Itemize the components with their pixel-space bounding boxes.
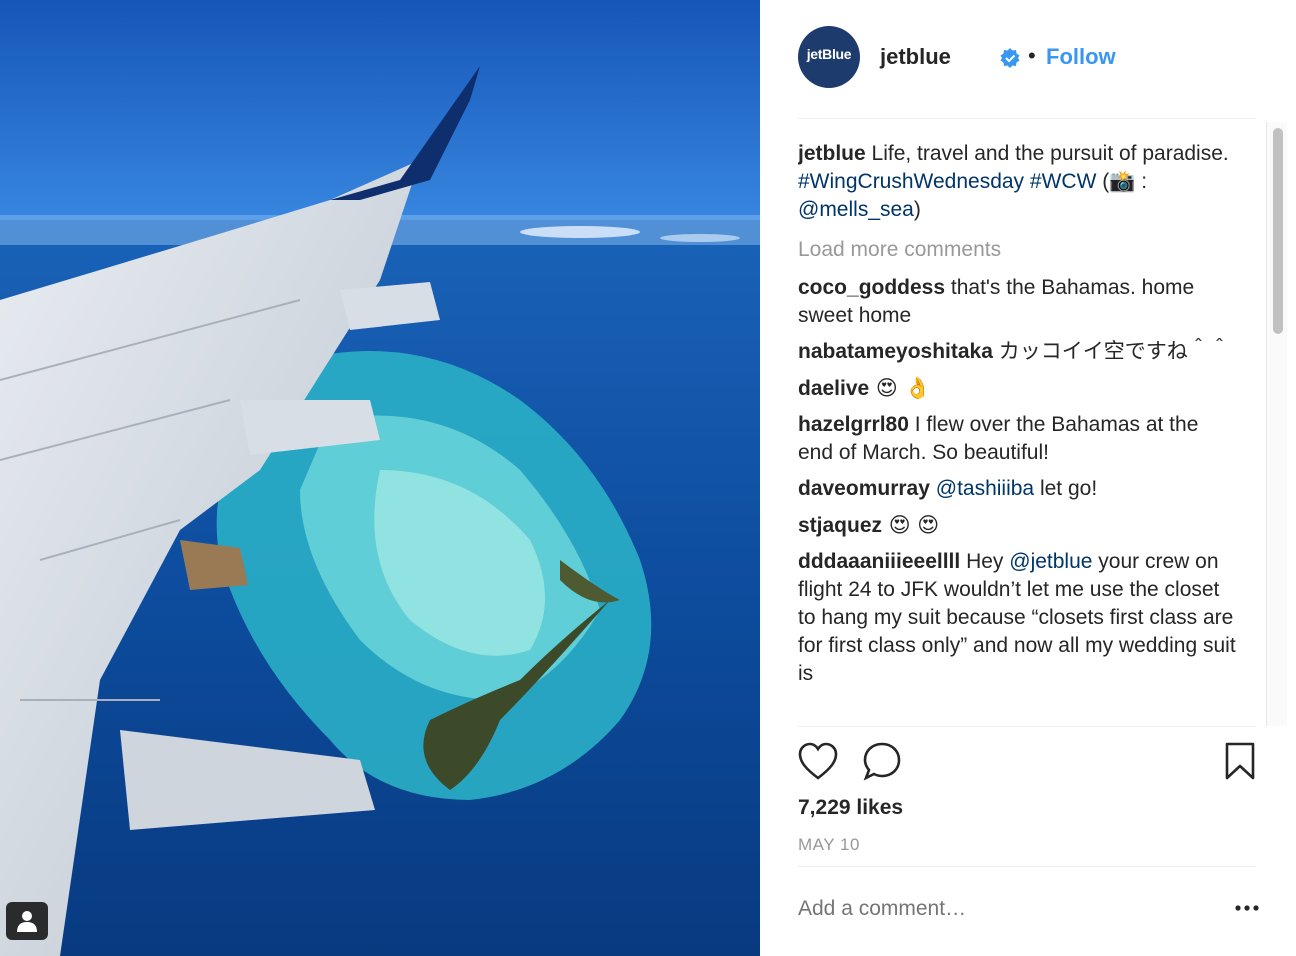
comment-username[interactable]: stjaquez <box>798 514 882 537</box>
mention-link[interactable]: @tashiiiba <box>936 477 1034 500</box>
instagram-post: jetBlue jetblue • Follow jetblue Life, t… <box>0 0 1296 956</box>
comments-scrollbar[interactable] <box>1266 122 1287 726</box>
header-username[interactable]: jetblue <box>880 44 951 70</box>
add-comment-input[interactable] <box>798 897 1178 921</box>
follow-button[interactable]: Follow <box>1046 44 1116 70</box>
caption: jetblue Life, travel and the pursuit of … <box>798 140 1238 224</box>
post-header: jetBlue jetblue • Follow <box>798 26 1256 92</box>
comment-username[interactable]: nabatameyoshitaka <box>798 340 993 363</box>
comment-username[interactable]: hazelgrrl80 <box>798 413 909 436</box>
comment-icon[interactable] <box>862 740 902 784</box>
post-details-panel: jetBlue jetblue • Follow jetblue Life, t… <box>760 0 1296 956</box>
comment-username[interactable]: dddaaaniiieeellll <box>798 550 960 573</box>
likes-count[interactable]: 7,229 likes <box>798 796 903 820</box>
avatar-logo-text: jetBlue <box>806 46 852 62</box>
post-photo[interactable] <box>0 0 760 956</box>
comment-text: Hey <box>960 550 1010 573</box>
comments-list[interactable]: jetblue Life, travel and the pursuit of … <box>798 140 1238 724</box>
comments-divider <box>798 726 1256 727</box>
caption-text: (📸 : <box>1096 170 1148 193</box>
list-item: daelive 😍 👌 <box>798 374 1238 403</box>
comment-username[interactable]: daelive <box>798 377 869 400</box>
comment-text: カッコイイ空ですね＾＾ <box>992 340 1230 363</box>
airplane-wing-over-bahamas-image <box>0 0 760 956</box>
hashtag-link[interactable]: #WCW <box>1030 170 1097 193</box>
comment-text: 😍 👌 <box>869 376 931 400</box>
comment-text: let go! <box>1034 477 1098 500</box>
add-comment-divider <box>798 866 1256 867</box>
post-actions <box>798 740 1258 784</box>
list-item: stjaquez 😍 😍 <box>798 511 1238 540</box>
mention-link[interactable]: @mells_sea <box>798 198 914 221</box>
mention-link[interactable]: @jetblue <box>1009 550 1092 573</box>
hashtag-link[interactable]: #WingCrushWednesday <box>798 170 1024 193</box>
comment-username[interactable]: coco_goddess <box>798 276 945 299</box>
comment-username[interactable]: daveomurray <box>798 477 930 500</box>
list-item: nabatameyoshitaka カッコイイ空ですね＾＾ <box>798 338 1238 366</box>
scrollbar-thumb[interactable] <box>1273 128 1283 334</box>
bookmark-icon[interactable] <box>1220 740 1260 784</box>
list-item: coco_goddess that's the Bahamas. home sw… <box>798 274 1238 330</box>
heart-icon[interactable] <box>798 740 838 784</box>
caption-text: Life, travel and the pursuit of paradise… <box>865 142 1229 165</box>
more-options-icon[interactable] <box>1234 898 1260 918</box>
caption-username[interactable]: jetblue <box>798 142 866 165</box>
comment-text: 😍 😍 <box>882 513 940 537</box>
header-separator: • <box>1028 43 1036 68</box>
verified-badge-icon <box>1000 48 1020 68</box>
header-divider <box>798 118 1256 119</box>
caption-text: ) <box>913 198 921 221</box>
avatar[interactable]: jetBlue <box>798 26 860 88</box>
load-more-comments-button[interactable]: Load more comments <box>798 236 1238 264</box>
post-date[interactable]: MAY 10 <box>798 835 860 855</box>
list-item: dddaaaniiieeellll Hey @jetblue your crew… <box>798 548 1238 688</box>
tag-people-icon <box>17 911 37 932</box>
tag-people-button[interactable] <box>6 902 48 940</box>
list-item: hazelgrrl80 I flew over the Bahamas at t… <box>798 411 1238 467</box>
list-item: daveomurray @tashiiiba let go! <box>798 475 1238 503</box>
